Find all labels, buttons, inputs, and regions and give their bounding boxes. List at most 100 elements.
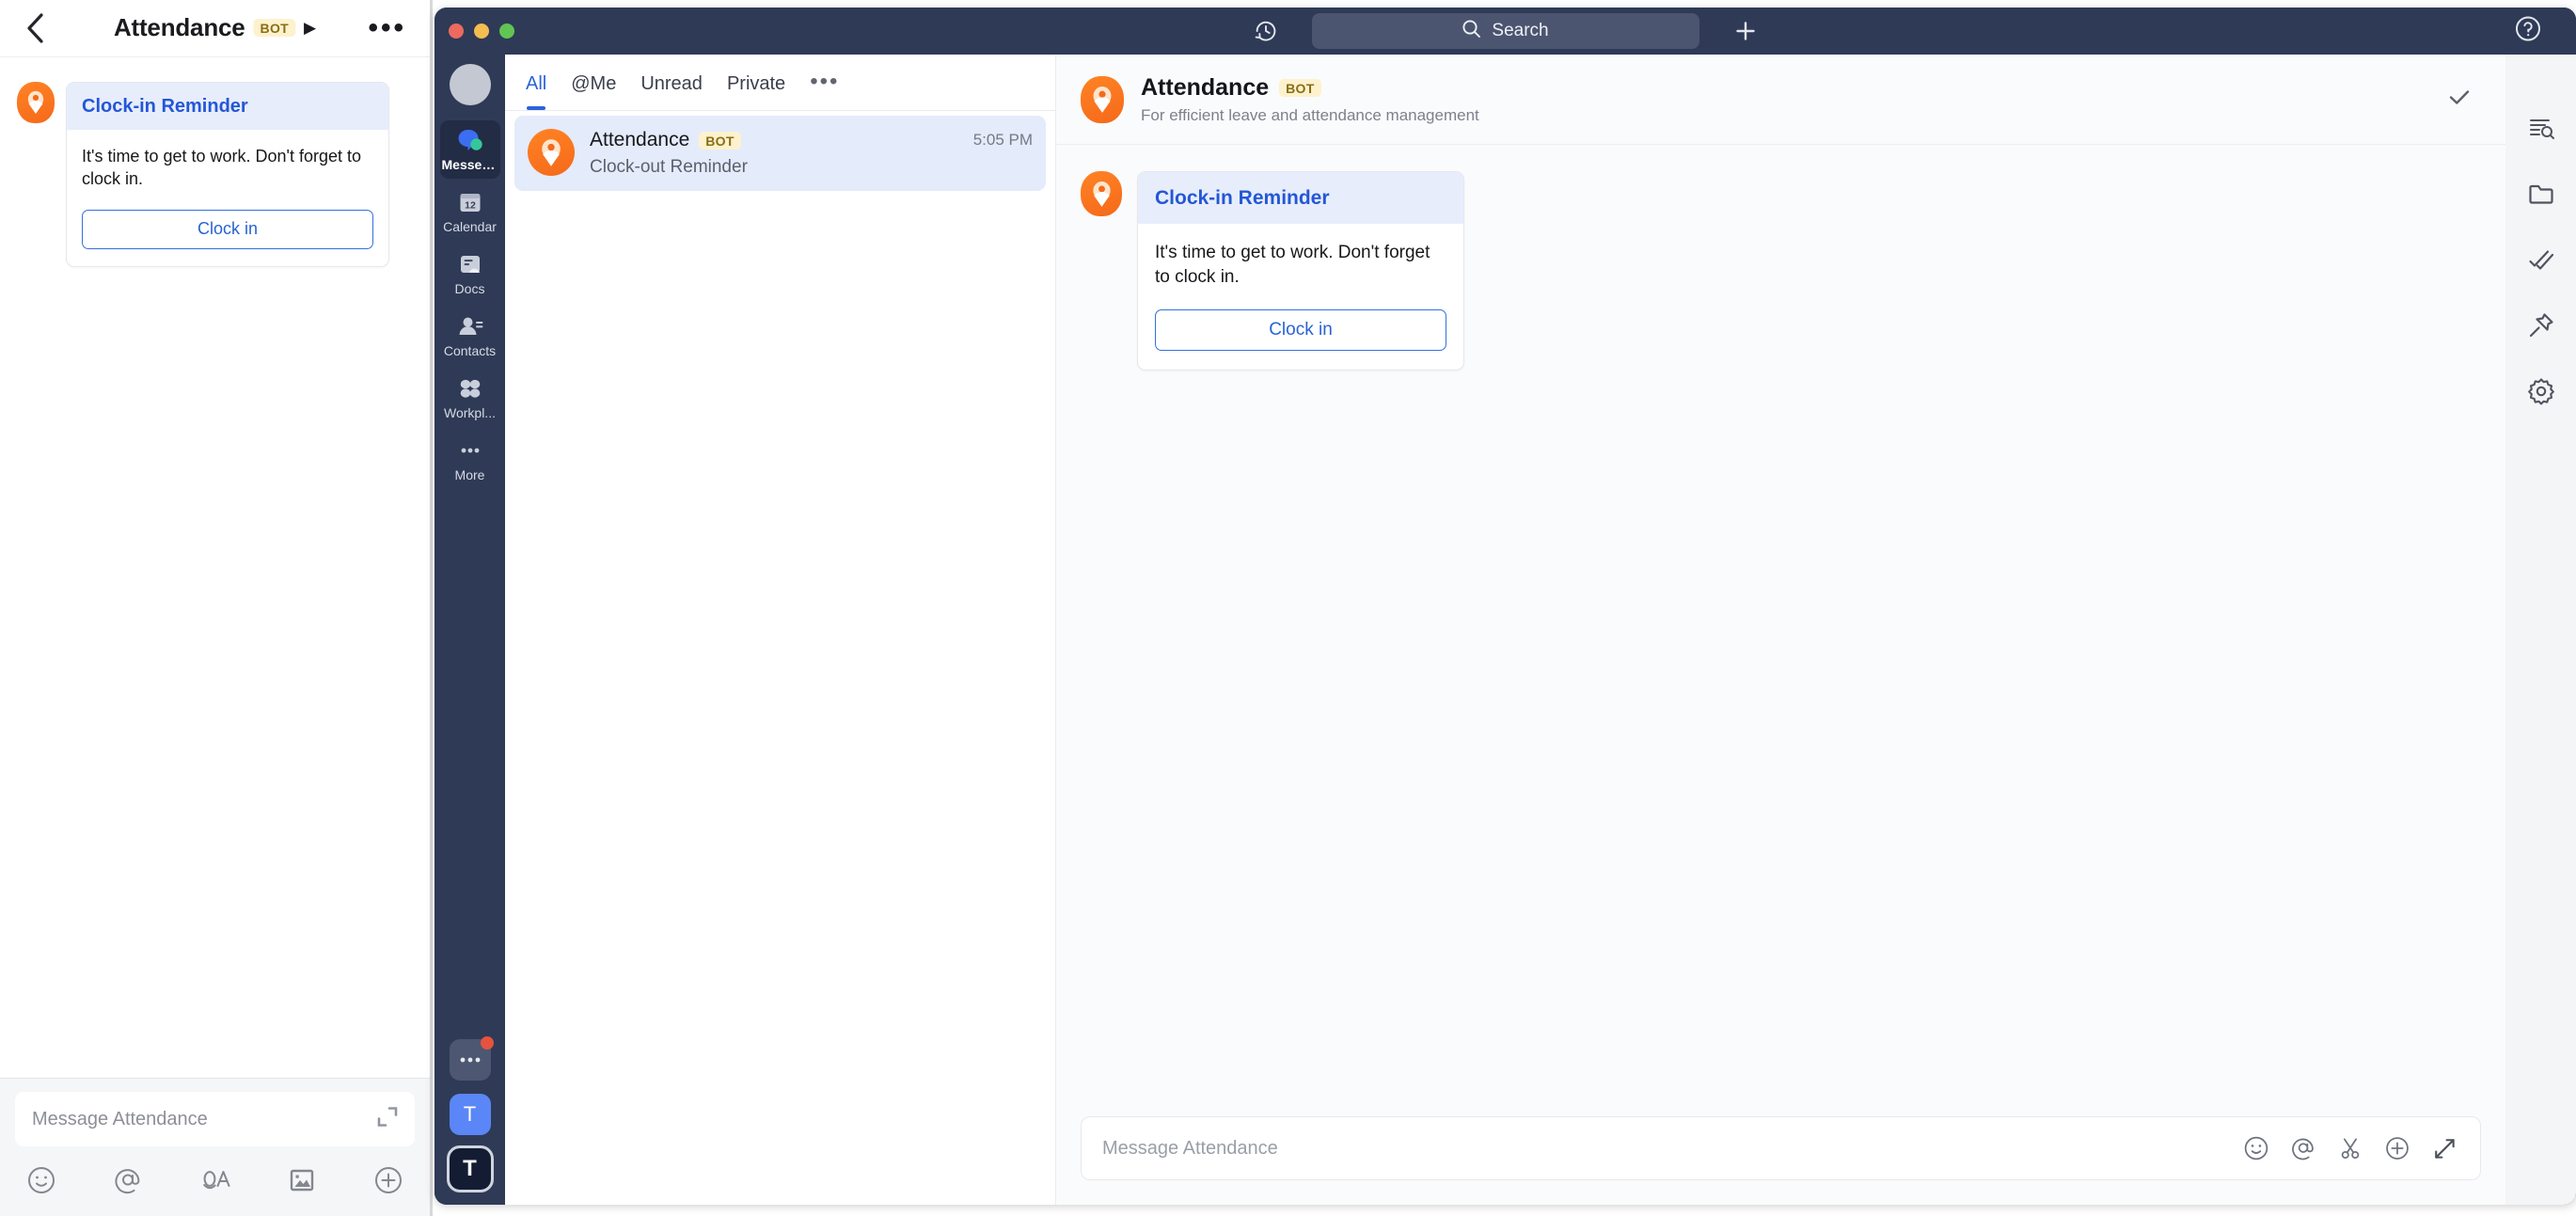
minimize-window-button[interactable] [474, 24, 489, 39]
desktop-app-region: Search Messen... 12 Calendar Docs Contac… [433, 0, 2576, 1216]
search-placeholder: Search [1492, 21, 1549, 40]
search-input[interactable]: Search [1311, 13, 1699, 49]
conversation-tools-rail [2505, 55, 2576, 1205]
close-window-button[interactable] [449, 24, 464, 39]
scissors-icon[interactable] [2337, 1135, 2363, 1161]
divider [505, 110, 1055, 111]
settings-icon[interactable] [2522, 372, 2560, 410]
conversation-messages: Clock-in Reminder It's time to get to wo… [1056, 145, 2505, 1116]
page-title: Attendance [113, 13, 245, 41]
conversation-title-row: Attendance BOT [1141, 74, 1479, 102]
status-badge: BOT [1279, 78, 1321, 97]
card-text: It's time to get to work. Don't forget t… [82, 147, 361, 189]
emoji-icon[interactable] [23, 1165, 60, 1195]
emoji-icon[interactable] [2243, 1135, 2269, 1161]
traffic-lights [449, 24, 514, 39]
sidebar-item-contacts[interactable]: Contacts [440, 307, 500, 365]
mention-icon[interactable] [109, 1165, 147, 1195]
check-icon[interactable] [2445, 83, 2473, 116]
mobile-title-group[interactable]: Attendance BOT ▶ [114, 13, 316, 42]
sidebar-item-workplace[interactable]: Workpl... [440, 369, 500, 427]
calendar-icon: 12 [457, 190, 483, 214]
chat-name: Attendance [590, 129, 690, 150]
window-body: Messen... 12 Calendar Docs Contacts Work… [435, 55, 2576, 1205]
tenant-button-2[interactable]: T [446, 1145, 494, 1192]
mobile-composer-toolbar [15, 1146, 415, 1216]
page-title: Attendance [1141, 73, 1270, 101]
mobile-composer: Message Attendance [0, 1078, 430, 1216]
workplace-icon [457, 376, 483, 401]
avatar[interactable] [449, 64, 491, 105]
tab-private[interactable]: Private [727, 73, 785, 110]
docs-icon [457, 252, 483, 276]
app-nav-rail: Messen... 12 Calendar Docs Contacts Work… [435, 55, 505, 1205]
sidebar-item-label: Docs [454, 281, 485, 296]
sidebar-item-label: Calendar [443, 219, 497, 234]
sidebar-item-label: Messen... [441, 157, 498, 172]
chat-list-panel: All @Me Unread Private ••• Attendance BO… [505, 55, 1055, 1205]
maximize-window-button[interactable] [499, 24, 514, 39]
chevron-left-icon[interactable] [19, 12, 51, 44]
expand-icon[interactable] [2431, 1135, 2457, 1161]
messenger-icon [456, 128, 484, 152]
tab-at-me[interactable]: @Me [571, 73, 616, 110]
timestamp: 5:05 PM [972, 131, 1033, 149]
window-titlebar: Search [435, 8, 2576, 55]
sidebar-item-label: Workpl... [444, 405, 496, 420]
conversation-title-group: Attendance BOT For efficient leave and a… [1141, 74, 1479, 125]
add-icon[interactable] [2384, 1135, 2410, 1161]
folder-icon[interactable] [2522, 175, 2560, 213]
attendance-bot-avatar[interactable] [1081, 75, 1124, 123]
message-input[interactable]: Message Attendance [15, 1092, 415, 1146]
message-row: Clock-in Reminder It's time to get to wo… [17, 82, 411, 267]
conversation-subtitle: For efficient leave and attendance manag… [1141, 105, 1479, 124]
sidebar-item-more[interactable]: More [440, 431, 500, 489]
chat-filter-tabs: All @Me Unread Private ••• [505, 55, 1055, 110]
tenant-button-1[interactable]: T [449, 1094, 491, 1135]
card-body: It's time to get to work. Don't forget t… [1138, 224, 1463, 370]
mention-icon[interactable] [2290, 1135, 2316, 1161]
tasks-icon[interactable] [2522, 241, 2560, 278]
titlebar-center-group: Search [1246, 11, 1765, 51]
more-apps-button[interactable] [449, 1036, 494, 1081]
attendance-bot-avatar[interactable] [1081, 171, 1122, 216]
message-input[interactable]: Message Attendance [1081, 1116, 2481, 1180]
voice-to-text-icon[interactable] [197, 1165, 234, 1195]
tab-unread[interactable]: Unread [640, 73, 703, 110]
list-item[interactable]: Attendance BOT 5:05 PM Clock-out Reminde… [514, 116, 1046, 191]
sidebar-item-label: More [454, 467, 485, 482]
sidebar-item-messenger[interactable]: Messen... [439, 120, 500, 179]
status-badge: BOT [253, 19, 295, 37]
image-icon[interactable] [283, 1165, 321, 1195]
card-title: Clock-in Reminder [67, 83, 388, 130]
tab-all[interactable]: All [526, 73, 546, 110]
rail-bottom-group: T T [435, 1036, 505, 1192]
more-icon [457, 438, 483, 463]
list-item-content: Attendance BOT 5:05 PM Clock-out Reminde… [590, 129, 1033, 178]
add-icon[interactable] [370, 1165, 407, 1195]
pin-icon[interactable] [2522, 307, 2560, 344]
play-triangle-icon[interactable]: ▶ [304, 20, 316, 36]
tabs-more-icon[interactable]: ••• [810, 70, 839, 107]
message-input-placeholder: Message Attendance [32, 1108, 208, 1129]
search-icon [1462, 19, 1481, 43]
help-icon[interactable] [2514, 15, 2542, 48]
contacts-icon [457, 314, 483, 339]
clock-in-button[interactable]: Clock in [82, 209, 373, 249]
sidebar-item-calendar[interactable]: 12 Calendar [440, 182, 500, 241]
attendance-bot-avatar [528, 129, 575, 176]
history-icon[interactable] [1246, 11, 1286, 51]
clock-in-button[interactable]: Clock in [1155, 309, 1446, 352]
search-in-chat-icon[interactable] [2522, 109, 2560, 147]
status-badge: BOT [699, 131, 741, 150]
chat-preview: Clock-out Reminder [590, 157, 748, 177]
sidebar-item-docs[interactable]: Docs [440, 245, 500, 303]
more-icon[interactable]: ••• [368, 14, 406, 42]
expand-icon[interactable] [375, 1105, 400, 1134]
attendance-bot-avatar[interactable] [17, 82, 55, 123]
composer-toolbar [2243, 1135, 2457, 1161]
sidebar-item-label: Contacts [443, 343, 497, 358]
mobile-chat-panel: Attendance BOT ▶ ••• Clock-in Reminder I… [0, 0, 433, 1216]
conversation-panel: Attendance BOT For efficient leave and a… [1055, 55, 2505, 1205]
plus-icon[interactable] [1726, 11, 1765, 51]
